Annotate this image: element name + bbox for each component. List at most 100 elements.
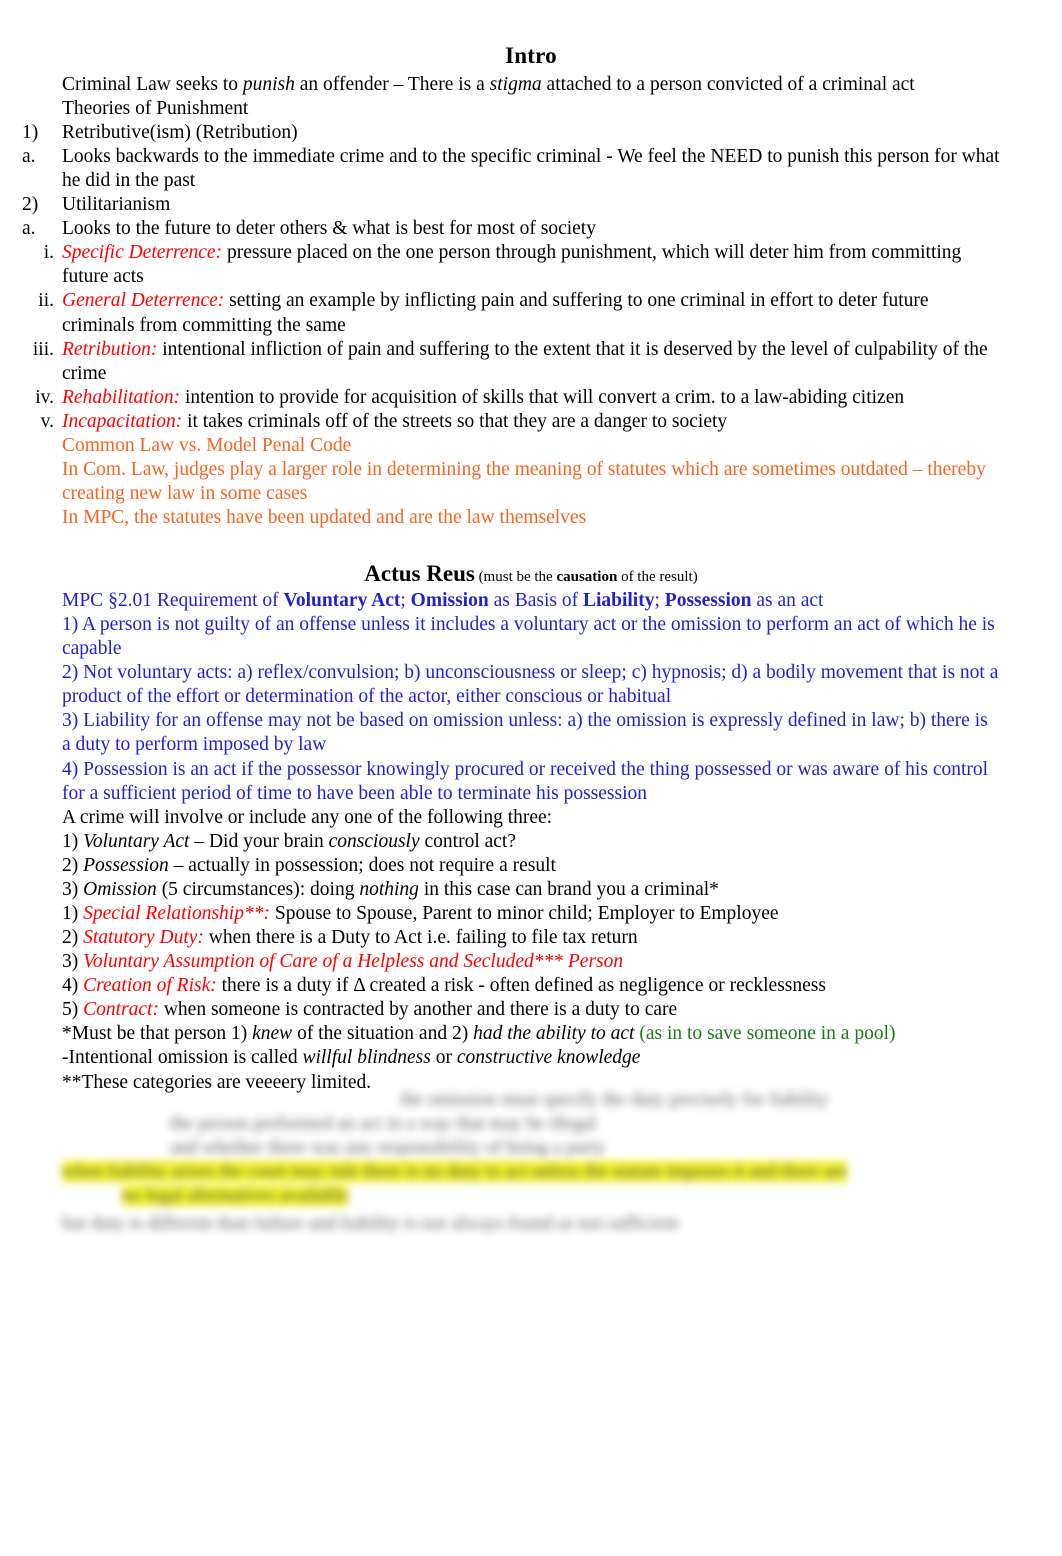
intro-punish: punish — [242, 73, 295, 95]
term-label: Rehabilitation: — [62, 386, 181, 408]
footnote-double-star: **These categories are veeeery limited. — [62, 1071, 372, 1093]
term-label: Incapacitation: — [62, 410, 183, 432]
redacted-line: and whether there was any responsibility… — [170, 1137, 606, 1158]
footnote-emph: knew — [252, 1023, 293, 1045]
intro-sentence: Criminal Law seeks to punish an offender… — [62, 73, 1000, 97]
term-label: Voluntary Act — [83, 830, 190, 852]
term-emph: nothing — [359, 878, 419, 900]
list-marker: 5) — [62, 999, 79, 1021]
list-item: 1) Voluntary Act – Did your brain consci… — [62, 830, 1000, 854]
common-law-body: In Com. Law, judges play a larger role i… — [62, 459, 986, 505]
term-text: there is a duty if Δ created a risk - of… — [216, 975, 826, 997]
list-marker: iii. — [32, 338, 54, 360]
redacted-line: but duty is different than failure and l… — [62, 1213, 679, 1234]
highlighted-text: no legal alternatives available — [122, 1185, 349, 1206]
mpc-clause: 1) A person is not guilty of an offense … — [62, 614, 995, 660]
list-marker: 1) — [62, 903, 79, 924]
mpc-clause: 4) Possession is an act if the possessor… — [62, 758, 989, 804]
redacted-highlight-line: no legal alternatives available — [122, 1184, 349, 1207]
list-item-text: Retributive(ism) (Retribution) — [62, 121, 298, 143]
list-marker: a. — [22, 218, 36, 240]
list-marker: 1) — [62, 830, 79, 852]
term-label: Retribution: — [62, 338, 158, 360]
mpc-title-part: Omission — [410, 589, 489, 611]
term-emph: consciously — [328, 830, 420, 852]
redacted-line: the person performed an act in a way tha… — [170, 1113, 597, 1134]
list-marker: a. — [22, 145, 36, 167]
intro-mid: an offender – There is a — [294, 73, 490, 95]
list-item-text: Looks backwards to the immediate crime a… — [62, 145, 1000, 192]
footnote-pre: -Intentional omission is called — [62, 1047, 303, 1069]
list-marker: i. — [43, 242, 54, 264]
list-item: i. Specific Deterrence: pressure placed o… — [44, 241, 1000, 289]
redacted-highlight-line: when liability arises the court may rule… — [62, 1160, 848, 1183]
term-text: intention to provide for acquisition of … — [180, 386, 905, 408]
section-title-actus-reus: Actus Reus (must be the causation of the… — [62, 560, 1000, 589]
term-label: Contract: — [83, 999, 159, 1021]
term-label: Possession — [83, 854, 169, 876]
list-item-text: Looks to the future to deter others & wh… — [62, 218, 596, 240]
highlighted-text: when liability arises the court may rule… — [62, 1161, 848, 1182]
intro-post: attached to a person convicted of a crim… — [541, 73, 915, 95]
list-item: 2) Statutory Duty: when there is a Duty … — [62, 926, 1000, 950]
footnote-star: *Must be that person 1) knew of the situ… — [62, 1022, 1000, 1046]
mpc-body: In MPC, the statutes have been updated a… — [62, 507, 587, 529]
list-item: 1) Retributive(ism) (Retribution) — [22, 121, 1000, 145]
list-item: 5) Contract: when someone is contracted … — [62, 998, 1000, 1022]
term-text: Spouse to Spouse, Parent to minor child;… — [269, 903, 779, 924]
list-marker: 2) — [62, 854, 79, 876]
term-text: when someone is contracted by another an… — [158, 999, 678, 1021]
intro-pre: Criminal Law seeks to — [62, 73, 243, 95]
mpc-clause: 2) Not voluntary acts: a) reflex/convuls… — [62, 662, 999, 708]
term-text-post: control act? — [419, 830, 517, 852]
term-text: – Did your brain — [189, 830, 329, 852]
mpc-statute-title: MPC §2.01 Requirement of Voluntary Act; … — [62, 589, 1000, 613]
paren-post: of the result) — [617, 569, 698, 586]
list-item: 1) Special Relationship**: Spouse to Spo… — [62, 902, 1000, 926]
footnote-emph: had the ability to act — [473, 1023, 635, 1045]
mpc-title-part: as Basis of — [488, 589, 583, 611]
mpc-title-part: as an act — [751, 589, 824, 611]
term-text-post: in this case can brand you a criminal* — [418, 878, 719, 900]
list-item: v. Incapacitation: it takes criminals off… — [41, 410, 1000, 434]
paren-bold: causation — [556, 569, 618, 586]
list-item: iv. Rehabilitation: intention to provide … — [35, 386, 1000, 410]
list-item: 3) Voluntary Assumption of Care of a Hel… — [62, 950, 1000, 974]
list-item: 2) Possession – actually in possession; … — [62, 854, 1000, 878]
mpc-clause: 3) Liability for an offense may not be b… — [62, 710, 988, 756]
footnote-pre: *Must be that person 1) — [62, 1023, 253, 1045]
list-marker: 2) — [62, 927, 79, 949]
list-item: a. Looks to the future to deter others & … — [22, 217, 1000, 241]
footnote-dash: -Intentional omission is called willful … — [62, 1046, 1000, 1070]
term-text: intentional infliction of pain and suffe… — [62, 338, 988, 384]
theories-label: Theories of Punishment — [62, 97, 249, 119]
footnote-mid: or — [430, 1047, 457, 1069]
list-item: 2) Utilitarianism — [22, 193, 1000, 217]
mpc-title-part: Possession — [664, 589, 752, 611]
term-label: Omission — [83, 878, 157, 900]
document-body: Intro Criminal Law seeks to punish an of… — [22, 42, 1000, 1095]
list-marker: 1) — [22, 121, 39, 143]
list-marker: 2) — [22, 194, 39, 216]
intro-stigma: stigma — [489, 73, 542, 95]
mpc-title-part: Voluntary Act — [283, 589, 401, 611]
term-label: Voluntary Assumption of Care of a Helple… — [83, 951, 624, 973]
term-text: – actually in possession; does not requi… — [168, 854, 556, 876]
list-marker: 4) — [62, 975, 79, 997]
list-marker: 3) — [62, 878, 79, 900]
page-title: Intro — [505, 43, 557, 68]
list-marker: v. — [40, 410, 54, 432]
list-marker: ii. — [38, 290, 54, 312]
section-title-text: Actus Reus — [364, 561, 475, 587]
common-law-heading: Common Law vs. Model Penal Code — [62, 434, 352, 456]
mpc-title-part: ; — [400, 589, 411, 611]
term-label: Statutory Duty: — [83, 927, 204, 949]
list-item-text: Utilitarianism — [62, 194, 171, 216]
term-label: Creation of Risk: — [83, 975, 217, 997]
footnote-green-note: (as in to save someone in a pool) — [634, 1023, 896, 1045]
list-item: iii. Retribution: intentional infliction … — [33, 338, 1000, 386]
footnote-mid: of the situation and 2) — [292, 1023, 474, 1045]
list-marker: iv. — [35, 386, 54, 408]
mpc-title-part: ; — [654, 589, 665, 611]
